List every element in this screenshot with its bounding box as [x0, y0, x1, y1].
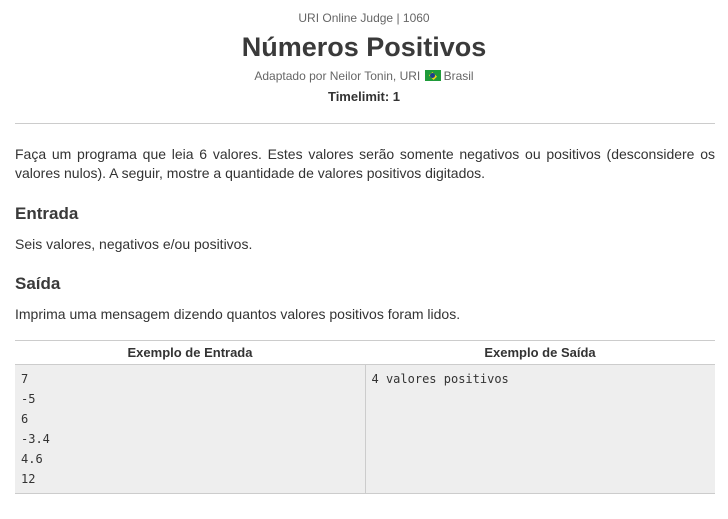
brazil-flag-icon: [424, 70, 441, 81]
country-name: Brasil: [443, 69, 474, 83]
author-text: Adaptado por Neilor Tonin, URI: [254, 69, 421, 83]
output-description: Imprima uma mensagem dizendo quantos val…: [15, 306, 461, 322]
sample-input-header: Exemplo de Entrada: [15, 340, 365, 365]
sample-input-line: 12: [21, 472, 36, 486]
sample-input: 7 -5 6 -3.4 4.6 12: [15, 365, 365, 489]
problem-description: Faça um programa que leia 6 valores. Est…: [15, 146, 715, 181]
sample-output-cell: 4 valores positivos: [365, 364, 716, 494]
sample-input-line: -5: [21, 392, 36, 406]
header-divider: [15, 123, 715, 124]
timelimit: Timelimit: 1: [327, 89, 400, 104]
output-heading: Saída: [15, 274, 61, 293]
sample-input-cell: 7 -5 6 -3.4 4.6 12: [15, 364, 366, 494]
sample-output-line: 4 valores positivos: [371, 372, 509, 386]
input-heading: Entrada: [15, 204, 79, 223]
judge-line: URI Online Judge | 1060: [298, 11, 430, 25]
problem-header: URI Online Judge | 1060 Números Positivo…: [0, 0, 728, 105]
author-line: Adaptado por Neilor Tonin, URI Brasil: [0, 69, 728, 83]
sample-input-line: 7: [21, 372, 29, 386]
input-description: Seis valores, negativos e/ou positivos.: [15, 236, 253, 252]
sample-io-table: Exemplo de Entrada Exemplo de Saída 7 -5…: [15, 340, 715, 494]
sample-input-line: 4.6: [21, 452, 43, 466]
sample-input-line: 6: [21, 412, 29, 426]
sample-output-header: Exemplo de Saída: [365, 340, 715, 365]
problem-title: Números Positivos: [241, 32, 487, 62]
sample-input-line: -3.4: [21, 432, 50, 446]
sample-output: 4 valores positivos: [366, 365, 716, 389]
